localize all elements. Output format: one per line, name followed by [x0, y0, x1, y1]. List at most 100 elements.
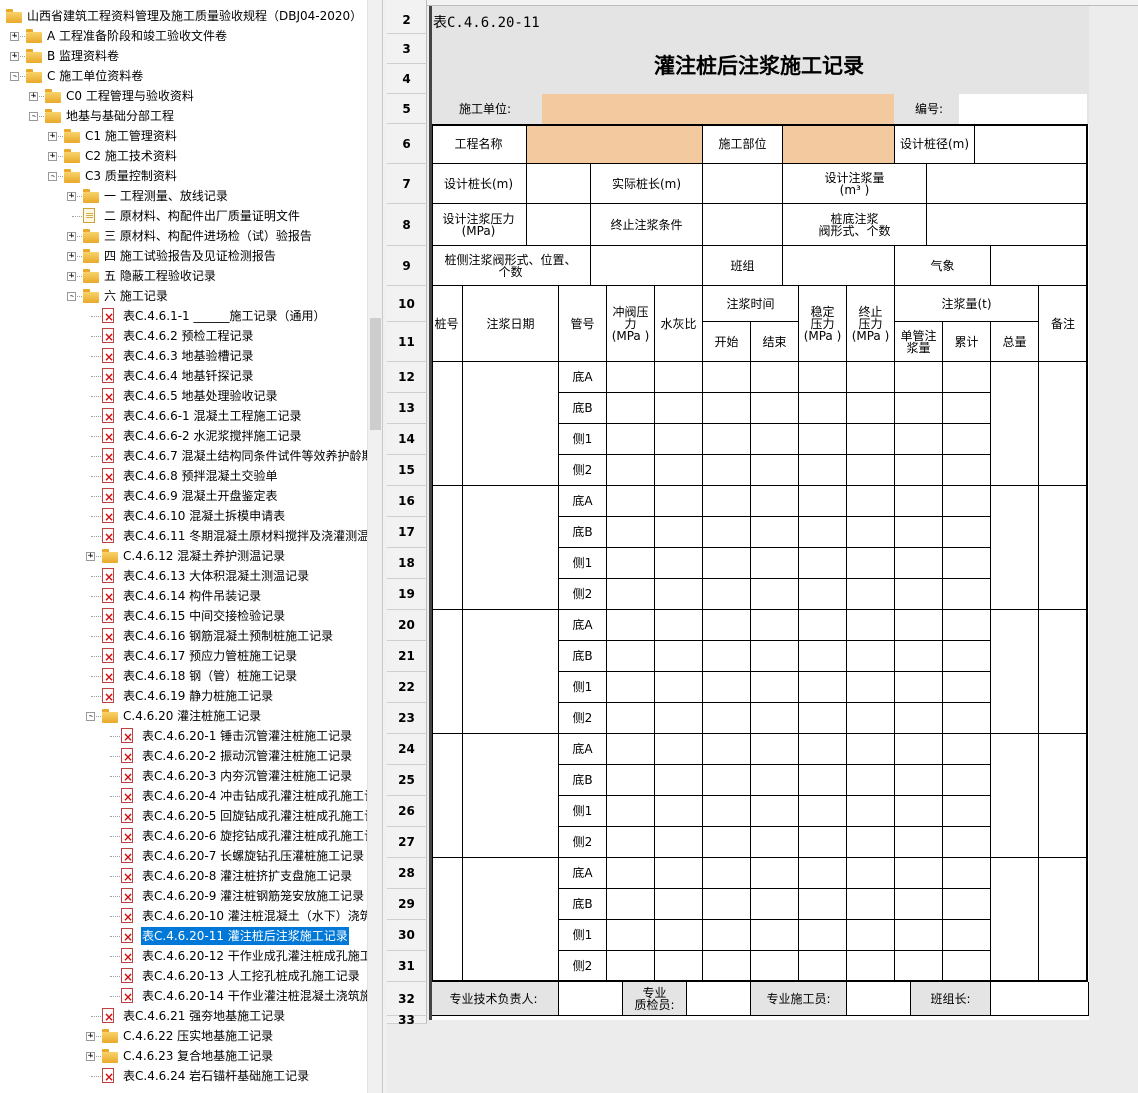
data-cell[interactable] — [655, 548, 703, 579]
tree-node-label[interactable]: C1 施工管理资料 — [84, 127, 178, 145]
data-cell[interactable] — [655, 796, 703, 827]
data-cell[interactable] — [847, 424, 895, 455]
tree-node-label[interactable]: 表C.4.6.17 预应力管桩施工记录 — [122, 647, 298, 665]
tech-lead-input[interactable] — [559, 982, 623, 1016]
data-cell[interactable] — [607, 765, 655, 796]
data-cell[interactable] — [655, 455, 703, 486]
data-cell[interactable] — [751, 424, 799, 455]
data-cell[interactable] — [703, 920, 751, 951]
data-cell[interactable] — [799, 393, 847, 424]
tree-node-label[interactable]: C2 施工技术资料 — [84, 147, 178, 165]
pipe-no-cell[interactable]: 侧2 — [559, 951, 607, 982]
tree-node-doc[interactable]: 表C.4.6.20-9 灌注桩钢筋笼安放施工记录 — [0, 886, 367, 907]
data-cell[interactable] — [895, 455, 943, 486]
row-number[interactable]: 29 — [387, 889, 427, 920]
data-cell[interactable] — [751, 672, 799, 703]
data-cell[interactable] — [655, 858, 703, 889]
tree-node-label[interactable]: 五 隐蔽工程验收记录 — [103, 267, 217, 285]
tree-node-doc[interactable]: 表C.4.6.3 地基验槽记录 — [0, 346, 367, 367]
row-number[interactable]: 32 — [387, 982, 427, 1016]
row-number[interactable]: 11 — [387, 322, 427, 362]
tree-node-doc[interactable]: 表C.4.6.6-1 混凝土工程施工记录 — [0, 406, 367, 427]
location-label[interactable]: 施工部位 — [703, 124, 783, 164]
data-cell[interactable] — [703, 424, 751, 455]
data-cell[interactable] — [799, 889, 847, 920]
data-cell[interactable] — [847, 951, 895, 982]
row-number[interactable]: 22 — [387, 672, 427, 703]
team-lead-input[interactable] — [991, 982, 1089, 1016]
tree-node-label[interactable]: 表C.4.6.20-1 锤击沉管灌注桩施工记录 — [141, 727, 353, 745]
data-cell[interactable] — [751, 579, 799, 610]
tree-node-label[interactable]: 表C.4.6.7 混凝土结构同条件试件等效养护龄期 — [122, 447, 367, 465]
data-cell[interactable] — [895, 889, 943, 920]
total-header[interactable]: 总量 — [991, 322, 1039, 362]
pipe-no-cell[interactable]: 侧1 — [559, 548, 607, 579]
tree-node-label[interactable]: 表C.4.6.20-4 冲击钻成孔灌注桩成孔施工记 — [141, 787, 367, 805]
data-cell[interactable] — [943, 920, 991, 951]
data-cell[interactable] — [655, 424, 703, 455]
tree-node-label[interactable]: 表C.4.6.20-2 振动沉管灌注桩施工记录 — [141, 747, 353, 765]
pipe-no-cell[interactable]: 侧2 — [559, 579, 607, 610]
tree-node-label[interactable]: 表C.4.6.2 预检工程记录 — [122, 327, 255, 345]
team-input[interactable] — [783, 246, 895, 286]
number-label[interactable]: 编号: — [899, 94, 959, 124]
data-cell[interactable] — [751, 920, 799, 951]
tree-node-label[interactable]: 表C.4.6.14 构件吊装记录 — [122, 587, 262, 605]
tree-node-folder[interactable]: + C2 施工技术资料 — [0, 146, 367, 166]
data-cell[interactable] — [847, 517, 895, 548]
tree-node-label[interactable]: 表C.4.6.20-10 灌注桩混凝土（水下）浇筑 — [141, 907, 367, 925]
row-number[interactable]: 2 — [387, 6, 427, 34]
data-cell[interactable] — [751, 889, 799, 920]
data-cell[interactable] — [751, 641, 799, 672]
pile-no-cell[interactable] — [431, 610, 463, 734]
data-cell[interactable] — [703, 455, 751, 486]
data-cell[interactable] — [703, 796, 751, 827]
stable-pressure-header[interactable]: 稳定 压力 (MPa ) — [799, 286, 847, 362]
grout-date-cell[interactable] — [463, 486, 559, 610]
end-header[interactable]: 结束 — [751, 322, 799, 362]
data-cell[interactable] — [607, 703, 655, 734]
row-number[interactable]: 21 — [387, 641, 427, 672]
data-cell[interactable] — [607, 920, 655, 951]
tree-node-label[interactable]: C 施工单位资料卷 — [46, 67, 144, 85]
tree-node-label[interactable]: C.4.6.20 灌注桩施工记录 — [122, 707, 262, 725]
data-cell[interactable] — [895, 920, 943, 951]
tree-node-doc2[interactable]: 二 原材料、构配件出厂质量证明文件 — [0, 206, 367, 226]
data-cell[interactable] — [607, 827, 655, 858]
data-cell[interactable] — [799, 517, 847, 548]
data-cell[interactable] — [607, 517, 655, 548]
row-number[interactable]: 5 — [387, 94, 427, 124]
row-number[interactable]: 18 — [387, 548, 427, 579]
data-cell[interactable] — [751, 765, 799, 796]
row-number[interactable]: 17 — [387, 517, 427, 548]
data-cell[interactable] — [895, 858, 943, 889]
data-cell[interactable] — [655, 486, 703, 517]
tree-node-doc[interactable]: 表C.4.6.17 预应力管桩施工记录 — [0, 646, 367, 667]
remarks-cell[interactable] — [1039, 486, 1088, 610]
data-cell[interactable] — [607, 455, 655, 486]
qc-label[interactable]: 专业 质检员: — [623, 982, 687, 1016]
start-header[interactable]: 开始 — [703, 322, 751, 362]
row-number[interactable]: 9 — [387, 246, 427, 286]
remarks-cell[interactable] — [1039, 362, 1088, 486]
data-cell[interactable] — [895, 951, 943, 982]
row-number[interactable]: 26 — [387, 796, 427, 827]
data-cell[interactable] — [607, 672, 655, 703]
data-cell[interactable] — [703, 827, 751, 858]
tree-node-doc[interactable]: 表C.4.6.15 中间交接检验记录 — [0, 606, 367, 627]
tree-node-doc[interactable]: 表C.4.6.11 冬期混凝土原材料搅拌及浇灌测温 — [0, 526, 367, 547]
data-cell[interactable] — [751, 858, 799, 889]
row-number[interactable]: 24 — [387, 734, 427, 765]
pipe-no-cell[interactable]: 侧2 — [559, 827, 607, 858]
tree-node-label[interactable]: C0 工程管理与验收资料 — [65, 87, 195, 105]
pipe-no-cell[interactable]: 侧2 — [559, 455, 607, 486]
data-cell[interactable] — [895, 610, 943, 641]
worker-label[interactable]: 专业施工员: — [751, 982, 847, 1016]
tree-node-label[interactable]: 四 施工试验报告及见证检测报告 — [103, 247, 277, 265]
data-cell[interactable] — [607, 858, 655, 889]
data-cell[interactable] — [799, 951, 847, 982]
data-cell[interactable] — [655, 889, 703, 920]
data-cell[interactable] — [751, 703, 799, 734]
tree-node-doc[interactable]: 表C.4.6.20-2 振动沉管灌注桩施工记录 — [0, 746, 367, 767]
wc-ratio-header[interactable]: 水灰比 — [655, 286, 703, 362]
